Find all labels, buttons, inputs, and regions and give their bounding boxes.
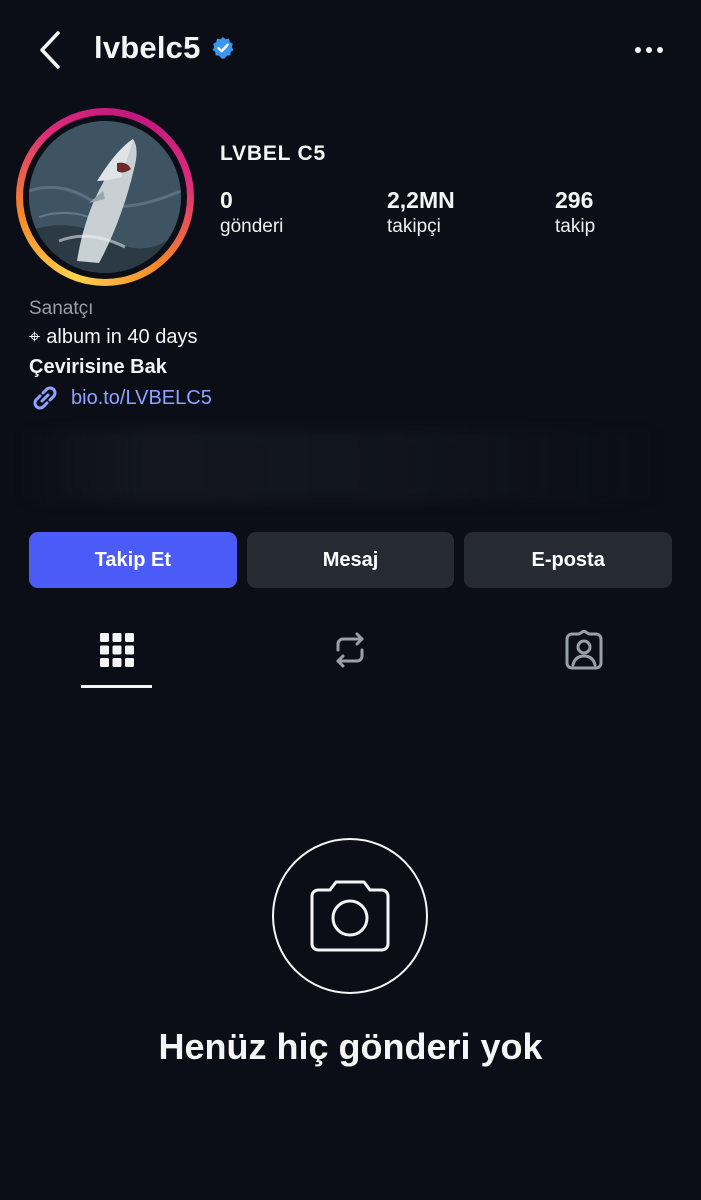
- repost-icon: [336, 632, 364, 668]
- shark-photo-icon: [29, 121, 181, 273]
- display-name: LVBEL C5: [220, 142, 326, 165]
- see-translation-link[interactable]: Çevirisine Bak: [29, 352, 212, 382]
- username: lvbelc5: [94, 30, 201, 65]
- verified-badge-icon: [212, 37, 233, 59]
- bio-link[interactable]: bio.to/LVBELC5: [29, 384, 212, 412]
- bio-text-line: ⌖ album in 40 days: [29, 322, 212, 352]
- bio-link-text: bio.to/LVBELC5: [71, 386, 212, 409]
- empty-state-camera: [272, 838, 428, 994]
- tab-grid[interactable]: [81, 612, 153, 688]
- more-options-button[interactable]: [629, 32, 669, 68]
- stat-followers-label: takipçi: [387, 216, 441, 237]
- avatar-image: [29, 121, 181, 273]
- chevron-left-icon: [40, 31, 60, 69]
- stat-following-value: 296: [555, 187, 594, 213]
- stat-following-label: takip: [555, 216, 596, 237]
- profile-avatar[interactable]: [16, 108, 194, 286]
- avatar-gap: [23, 115, 187, 279]
- tagged-person-icon: [565, 630, 603, 670]
- camera-icon: [310, 880, 390, 952]
- bio-category: Sanatçı: [29, 298, 94, 319]
- profile-tabs: [0, 612, 701, 690]
- bio-symbol: ⌖: [29, 326, 41, 348]
- follow-button[interactable]: Takip Et: [29, 532, 237, 588]
- stat-followers[interactable]: 2,2MN takipçi: [387, 186, 455, 240]
- top-bar: lvbelc5: [0, 0, 701, 100]
- tab-tagged[interactable]: [548, 612, 620, 688]
- tab-reposts[interactable]: [314, 612, 386, 688]
- active-tab-indicator: [81, 685, 152, 688]
- stat-posts-label: gönderi: [220, 216, 284, 237]
- email-button[interactable]: E-posta: [464, 532, 673, 588]
- message-button[interactable]: Mesaj: [246, 532, 455, 588]
- back-button[interactable]: [28, 28, 72, 72]
- empty-state-title: Henüz hiç gönderi yok: [158, 1026, 543, 1067]
- stat-followers-value: 2,2MN: [387, 187, 455, 213]
- bio-section: Sanatçı ⌖ album in 40 days Çevirisine Ba…: [29, 296, 212, 412]
- blurred-highlights: [20, 430, 660, 502]
- stat-posts-value: 0: [220, 187, 233, 213]
- grid-icon: [100, 633, 134, 667]
- link-icon: [33, 386, 57, 410]
- bio-text: album in 40 days: [46, 326, 198, 348]
- stat-posts[interactable]: 0 gönderi: [220, 186, 283, 240]
- stat-following[interactable]: 296 takip: [555, 186, 595, 240]
- username-area: lvbelc5: [94, 30, 235, 66]
- action-buttons: Takip Et Mesaj E-posta: [29, 532, 673, 588]
- more-dots-icon: [635, 47, 663, 53]
